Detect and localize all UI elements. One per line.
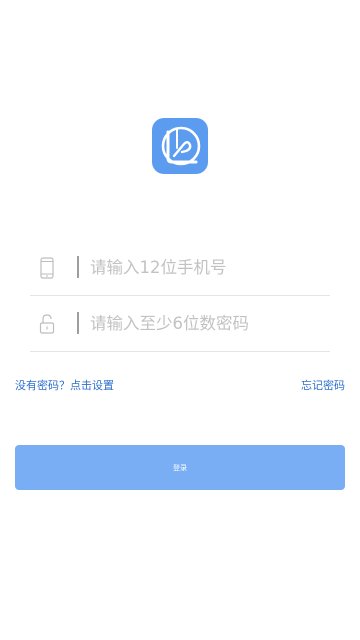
password-input[interactable] (90, 310, 325, 336)
mobile-phone-icon (39, 257, 55, 279)
set-password-link[interactable]: 没有密码？点击设置 (15, 377, 114, 393)
phone-input[interactable] (90, 254, 325, 280)
phone-field-row (30, 239, 330, 296)
password-field-row (30, 295, 330, 352)
password-field-divider (77, 312, 79, 334)
phone-field-divider (77, 256, 79, 278)
unlock-icon (39, 313, 55, 335)
login-button[interactable]: 登录 (15, 445, 345, 490)
app-logo (152, 118, 208, 174)
forgot-password-link[interactable]: 忘记密码 (301, 377, 345, 393)
app-logo-icon (152, 118, 208, 174)
